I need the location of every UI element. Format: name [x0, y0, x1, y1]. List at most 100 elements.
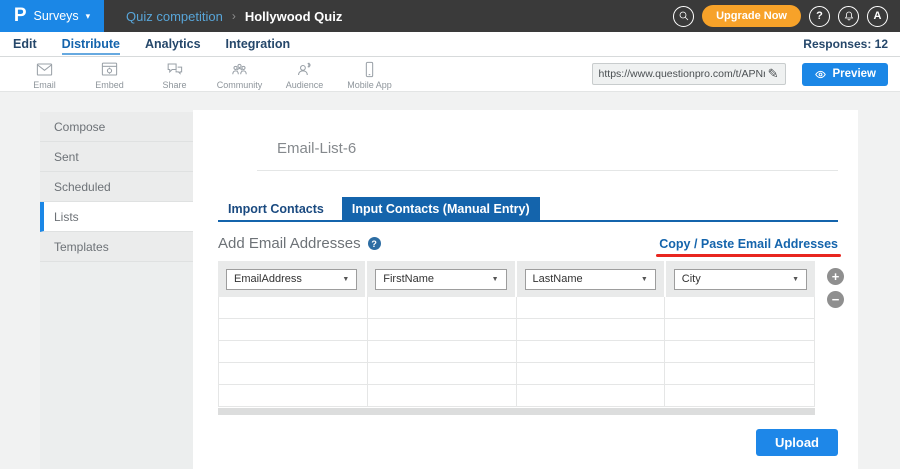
topbar: P Surveys ▾ Quiz competition › Hollywood… — [0, 0, 900, 32]
surveys-menu-button[interactable]: P Surveys ▾ — [0, 0, 104, 32]
channel-label: Audience — [286, 80, 324, 90]
title-divider — [257, 170, 838, 171]
table-cell[interactable] — [517, 363, 666, 384]
remove-row-button[interactable]: − — [827, 291, 844, 308]
channel-email[interactable]: Email — [12, 57, 77, 91]
copy-paste-link-label: Copy / Paste Email Addresses — [659, 237, 838, 251]
sidebar-item-compose[interactable]: Compose — [40, 112, 193, 142]
horizontal-scrollbar[interactable] — [218, 408, 815, 415]
table-cell[interactable] — [517, 297, 666, 318]
add-emails-header-row: Add Email Addresses ? Copy / Paste Email… — [218, 235, 838, 252]
survey-url-input[interactable] — [593, 68, 765, 80]
channel-share[interactable]: Share — [142, 57, 207, 91]
help-icon[interactable]: ? — [368, 237, 381, 250]
share-icon — [165, 60, 184, 79]
eye-icon — [814, 69, 827, 80]
question-mark-icon: ? — [816, 10, 823, 22]
sidebar-item-sent[interactable]: Sent — [40, 142, 193, 172]
sidebar-item-scheduled[interactable]: Scheduled — [40, 172, 193, 202]
chevron-down-icon: ▼ — [792, 276, 799, 283]
table-cell[interactable] — [665, 363, 814, 384]
add-email-addresses-label: Add Email Addresses — [218, 235, 361, 252]
responses-count: Responses: 12 — [803, 37, 888, 51]
table-cell[interactable] — [517, 319, 666, 340]
table-cell[interactable] — [517, 341, 666, 362]
table-cell[interactable] — [219, 319, 368, 340]
search-button[interactable] — [673, 6, 694, 27]
surveys-menu-label: Surveys — [34, 9, 79, 23]
table-row — [219, 385, 814, 407]
edit-url-button[interactable]: ✎ — [765, 66, 785, 82]
row-controls: + − — [827, 268, 844, 308]
email-icon — [35, 60, 54, 79]
toolbar-right: ✎ Preview — [592, 57, 900, 91]
breadcrumb-separator: › — [232, 9, 236, 23]
bell-icon — [843, 10, 855, 22]
table-cell[interactable] — [219, 363, 368, 384]
table-cell[interactable] — [665, 319, 814, 340]
preview-label: Preview — [833, 68, 876, 80]
questionpro-logo: P — [14, 5, 27, 27]
table-cell[interactable] — [368, 297, 517, 318]
table-row — [219, 297, 814, 319]
table-cell[interactable] — [219, 341, 368, 362]
help-button[interactable]: ? — [809, 6, 830, 27]
table-cell[interactable] — [368, 319, 517, 340]
copy-paste-email-addresses-link[interactable]: Copy / Paste Email Addresses — [659, 237, 838, 251]
channel-embed[interactable]: Embed — [77, 57, 142, 91]
select-value: City — [682, 273, 701, 285]
channel-label: Mobile App — [347, 80, 392, 90]
upload-button[interactable]: Upload — [756, 429, 838, 456]
embed-icon — [100, 60, 119, 79]
header-cell: City ▼ — [666, 261, 815, 297]
breadcrumb-parent-link[interactable]: Quiz competition — [126, 9, 223, 24]
notifications-button[interactable] — [838, 6, 859, 27]
table-cell[interactable] — [665, 341, 814, 362]
tab-import-contacts[interactable]: Import Contacts — [218, 197, 334, 220]
email-sidebar: Compose Sent Scheduled Lists Templates — [40, 112, 193, 469]
red-annotation-underline — [656, 254, 841, 257]
select-value: FirstName — [383, 273, 434, 285]
sidebar-item-templates[interactable]: Templates — [40, 232, 193, 262]
chevron-down-icon: ▾ — [86, 11, 91, 22]
chevron-down-icon: ▼ — [641, 276, 648, 283]
nav-item-distribute[interactable]: Distribute — [62, 34, 120, 55]
contacts-grid-header: EmailAddress ▼ FirstName ▼ LastName ▼ — [218, 261, 815, 297]
sidebar-item-lists[interactable]: Lists — [40, 202, 193, 232]
survey-nav: Edit Distribute Analytics Integration Re… — [0, 32, 900, 57]
table-cell[interactable] — [368, 385, 517, 406]
table-cell[interactable] — [219, 385, 368, 406]
table-cell[interactable] — [368, 363, 517, 384]
distribute-toolbar: Email Embed Share Community Audience Mob… — [0, 57, 900, 92]
preview-button[interactable]: Preview — [802, 63, 888, 86]
upgrade-now-button[interactable]: Upgrade Now — [702, 5, 801, 27]
tab-input-contacts-manual[interactable]: Input Contacts (Manual Entry) — [342, 197, 540, 220]
nav-item-integration[interactable]: Integration — [226, 34, 291, 55]
channel-audience[interactable]: Audience — [272, 57, 337, 91]
channel-mobile-app[interactable]: Mobile App — [337, 57, 402, 91]
table-cell[interactable] — [665, 297, 814, 318]
table-cell[interactable] — [665, 385, 814, 406]
section-title: Add Email Addresses ? — [218, 235, 381, 252]
table-cell[interactable] — [368, 341, 517, 362]
table-cell[interactable] — [219, 297, 368, 318]
header-cell: EmailAddress ▼ — [218, 261, 367, 297]
column-select-email-address[interactable]: EmailAddress ▼ — [226, 269, 357, 290]
table-cell[interactable] — [517, 385, 666, 406]
column-select-first-name[interactable]: FirstName ▼ — [375, 269, 506, 290]
nav-items: Edit Distribute Analytics Integration — [13, 34, 290, 55]
chevron-down-icon: ▼ — [492, 276, 499, 283]
column-select-last-name[interactable]: LastName ▼ — [525, 269, 656, 290]
nav-item-edit[interactable]: Edit — [13, 34, 37, 55]
channel-list: Email Embed Share Community Audience Mob… — [12, 57, 402, 91]
breadcrumb: Quiz competition › Hollywood Quiz — [126, 9, 342, 24]
column-select-city[interactable]: City ▼ — [674, 269, 807, 290]
channel-community[interactable]: Community — [207, 57, 272, 91]
account-avatar[interactable]: A — [867, 6, 888, 27]
header-cell: LastName ▼ — [517, 261, 666, 297]
lists-panel: Email-List-6 Import Contacts Input Conta… — [193, 110, 858, 469]
channel-label: Share — [162, 80, 186, 90]
add-row-button[interactable]: + — [827, 268, 844, 285]
nav-item-analytics[interactable]: Analytics — [145, 34, 201, 55]
pencil-icon: ✎ — [768, 66, 779, 81]
